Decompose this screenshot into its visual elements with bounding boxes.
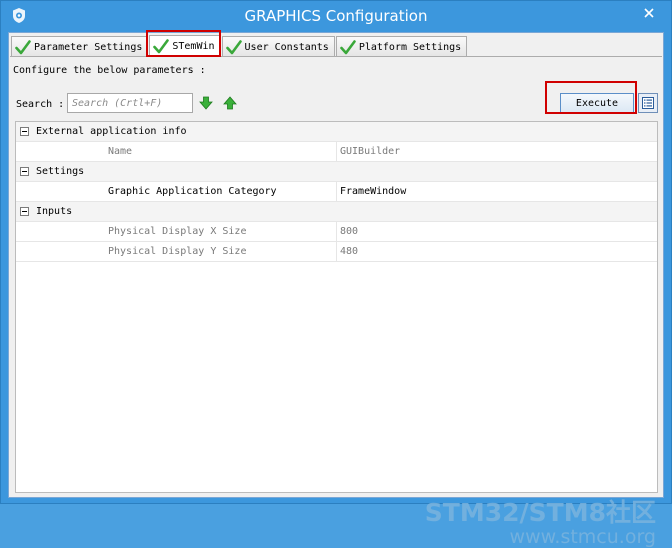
execute-button[interactable]: Execute bbox=[560, 93, 634, 113]
green-check-icon bbox=[153, 39, 170, 54]
section-label: External application info bbox=[36, 126, 187, 137]
property-row[interactable]: Physical Display X Size 800 bbox=[16, 222, 657, 242]
title-bar[interactable]: GRAPHICS Configuration bbox=[1, 1, 671, 31]
green-arrow-up-icon[interactable] bbox=[223, 96, 237, 110]
section-label: Settings bbox=[36, 166, 85, 177]
collapse-toggle-icon[interactable] bbox=[20, 127, 29, 136]
tab-strip: Parameter Settings STemWin User Constant… bbox=[11, 35, 468, 57]
tab-parameter-settings[interactable]: Parameter Settings bbox=[11, 36, 149, 57]
tab-label: User Constants bbox=[244, 41, 329, 53]
window-title: GRAPHICS Configuration bbox=[244, 7, 428, 25]
green-check-icon bbox=[15, 39, 31, 54]
section-label: Inputs bbox=[36, 206, 73, 217]
property-value: 480 bbox=[336, 242, 657, 261]
section-external-application-info[interactable]: External application info bbox=[16, 122, 657, 142]
stemwin-tab-panel: Configure the below parameters : Search … bbox=[10, 56, 662, 547]
watermark: STM32/STM8社区 www.stmcu.org bbox=[424, 498, 656, 548]
property-value: 800 bbox=[336, 222, 657, 241]
search-label: Search : bbox=[16, 99, 65, 110]
property-grid: External application info Name GUIBuilde… bbox=[15, 121, 658, 493]
property-row[interactable]: Name GUIBuilder bbox=[16, 142, 657, 162]
tab-label: Parameter Settings bbox=[34, 41, 143, 53]
list-view-icon bbox=[642, 97, 654, 109]
watermark-brand: STM32/STM8社区 bbox=[424, 498, 656, 527]
property-value: GUIBuilder bbox=[336, 142, 657, 161]
tab-stemwin[interactable]: STemWin bbox=[149, 35, 221, 57]
property-name: Physical Display X Size bbox=[108, 226, 247, 237]
close-icon bbox=[644, 8, 654, 18]
tab-label: Platform Settings bbox=[358, 41, 462, 53]
property-name: Graphic Application Category bbox=[108, 186, 277, 197]
tab-label: STemWin bbox=[172, 41, 215, 52]
green-check-icon bbox=[340, 39, 356, 54]
section-settings[interactable]: Settings bbox=[16, 162, 657, 182]
configure-instructions: Configure the below parameters : bbox=[13, 65, 206, 76]
app-icon bbox=[13, 8, 25, 23]
section-inputs[interactable]: Inputs bbox=[16, 202, 657, 222]
tab-platform-settings[interactable]: Platform Settings bbox=[335, 36, 468, 57]
property-name: Name bbox=[108, 146, 133, 157]
collapse-toggle-icon[interactable] bbox=[20, 167, 29, 176]
graphics-configuration-window: GRAPHICS Configuration Parameter Setting… bbox=[0, 0, 672, 547]
property-value[interactable]: FrameWindow bbox=[336, 182, 657, 201]
tab-user-constants[interactable]: User Constants bbox=[221, 36, 335, 57]
green-arrow-down-icon[interactable] bbox=[199, 96, 213, 110]
collapse-toggle-icon[interactable] bbox=[20, 207, 29, 216]
search-input[interactable] bbox=[67, 93, 193, 113]
watermark-url: www.stmcu.org bbox=[509, 526, 656, 548]
green-check-icon bbox=[225, 39, 242, 54]
property-name: Physical Display Y Size bbox=[108, 246, 247, 257]
property-row[interactable]: Physical Display Y Size 480 bbox=[16, 242, 657, 262]
list-view-button[interactable] bbox=[638, 93, 658, 113]
property-row[interactable]: Graphic Application Category FrameWindow bbox=[16, 182, 657, 202]
close-button[interactable] bbox=[633, 2, 665, 24]
dialog-client-area: Parameter Settings STemWin User Constant… bbox=[8, 32, 664, 547]
